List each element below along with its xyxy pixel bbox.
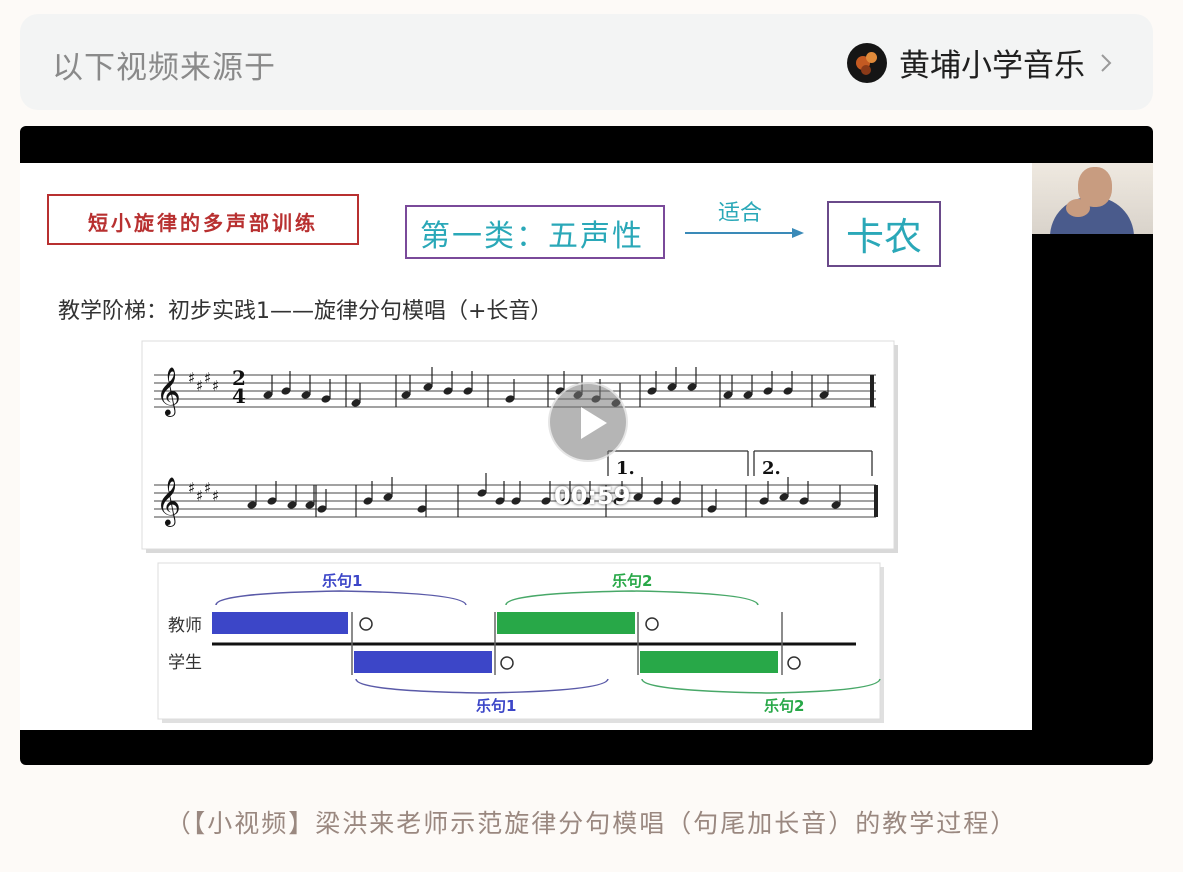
video-player[interactable]: 短小旋律的多声部训练 第一类：五声性 适合 卡农 教学阶梯：初步实践1——旋律分…: [20, 126, 1153, 765]
phrase-2-label-top: 乐句2: [612, 572, 652, 590]
svg-text:♯: ♯: [188, 479, 195, 497]
slide-subtitle: 教学阶梯：初步实践1——旋律分句模唱（+长音）: [58, 299, 552, 324]
source-label: 以下视频来源于: [52, 50, 276, 86]
student-phrase-1-bar: [354, 651, 492, 673]
svg-text:♯: ♯: [196, 377, 203, 395]
result-box-text: 卡农: [846, 215, 922, 259]
channel-link[interactable]: 黄埔小学音乐: [847, 40, 1119, 85]
channel-avatar[interactable]: [847, 42, 887, 83]
teacher-webcam: [1032, 163, 1153, 234]
svg-text:♯: ♯: [196, 487, 203, 505]
title-box-text: 短小旋律的多声部训练: [88, 211, 318, 235]
svg-text:♯: ♯: [188, 369, 195, 387]
teacher-label: 教师: [168, 616, 202, 636]
canon-diagram: [157, 562, 881, 720]
chevron-right-icon[interactable]: [1093, 50, 1119, 76]
teacher-phrase-1-bar: [212, 612, 348, 634]
video-caption: （【小视频】梁洪来老师示范旋律分句模唱（句尾加长音）的教学过程）: [165, 809, 1018, 838]
arrow-head: [792, 228, 804, 238]
svg-text:♯: ♯: [212, 487, 219, 505]
video-duration: 00:59: [554, 482, 631, 510]
ending-2: 2.: [762, 458, 781, 479]
time-sig-bottom: 4: [232, 384, 246, 408]
student-phrase-2-bar: [640, 651, 778, 673]
student-label: 学生: [168, 653, 202, 673]
category-box-text: 第一类：五声性: [420, 219, 644, 254]
play-button[interactable]: [548, 382, 628, 462]
source-bar[interactable]: 以下视频来源于 黄埔小学音乐: [20, 14, 1153, 110]
play-icon[interactable]: [581, 407, 607, 439]
svg-text:♯: ♯: [204, 479, 211, 497]
svg-text:♯: ♯: [212, 377, 219, 395]
ending-1: 1.: [616, 458, 635, 479]
phrase-1-label-top: 乐句1: [322, 572, 362, 590]
svg-text:𝄞: 𝄞: [156, 476, 181, 527]
svg-text:♯: ♯: [204, 369, 211, 387]
teacher-phrase-2-bar: [497, 612, 635, 634]
svg-text:𝄞: 𝄞: [156, 366, 181, 417]
video-slide: 短小旋律的多声部训练 第一类：五声性 适合 卡农 教学阶梯：初步实践1——旋律分…: [20, 163, 1032, 730]
phrase-1-label-bottom: 乐句1: [476, 697, 516, 715]
channel-name[interactable]: 黄埔小学音乐: [899, 40, 1085, 85]
phrase-2-label-bottom: 乐句2: [764, 697, 804, 715]
arrow-label: 适合: [718, 201, 762, 226]
slide-content: 短小旋律的多声部训练 第一类：五声性 适合 卡农 教学阶梯：初步实践1——旋律分…: [47, 194, 941, 723]
music-score: [141, 340, 895, 550]
